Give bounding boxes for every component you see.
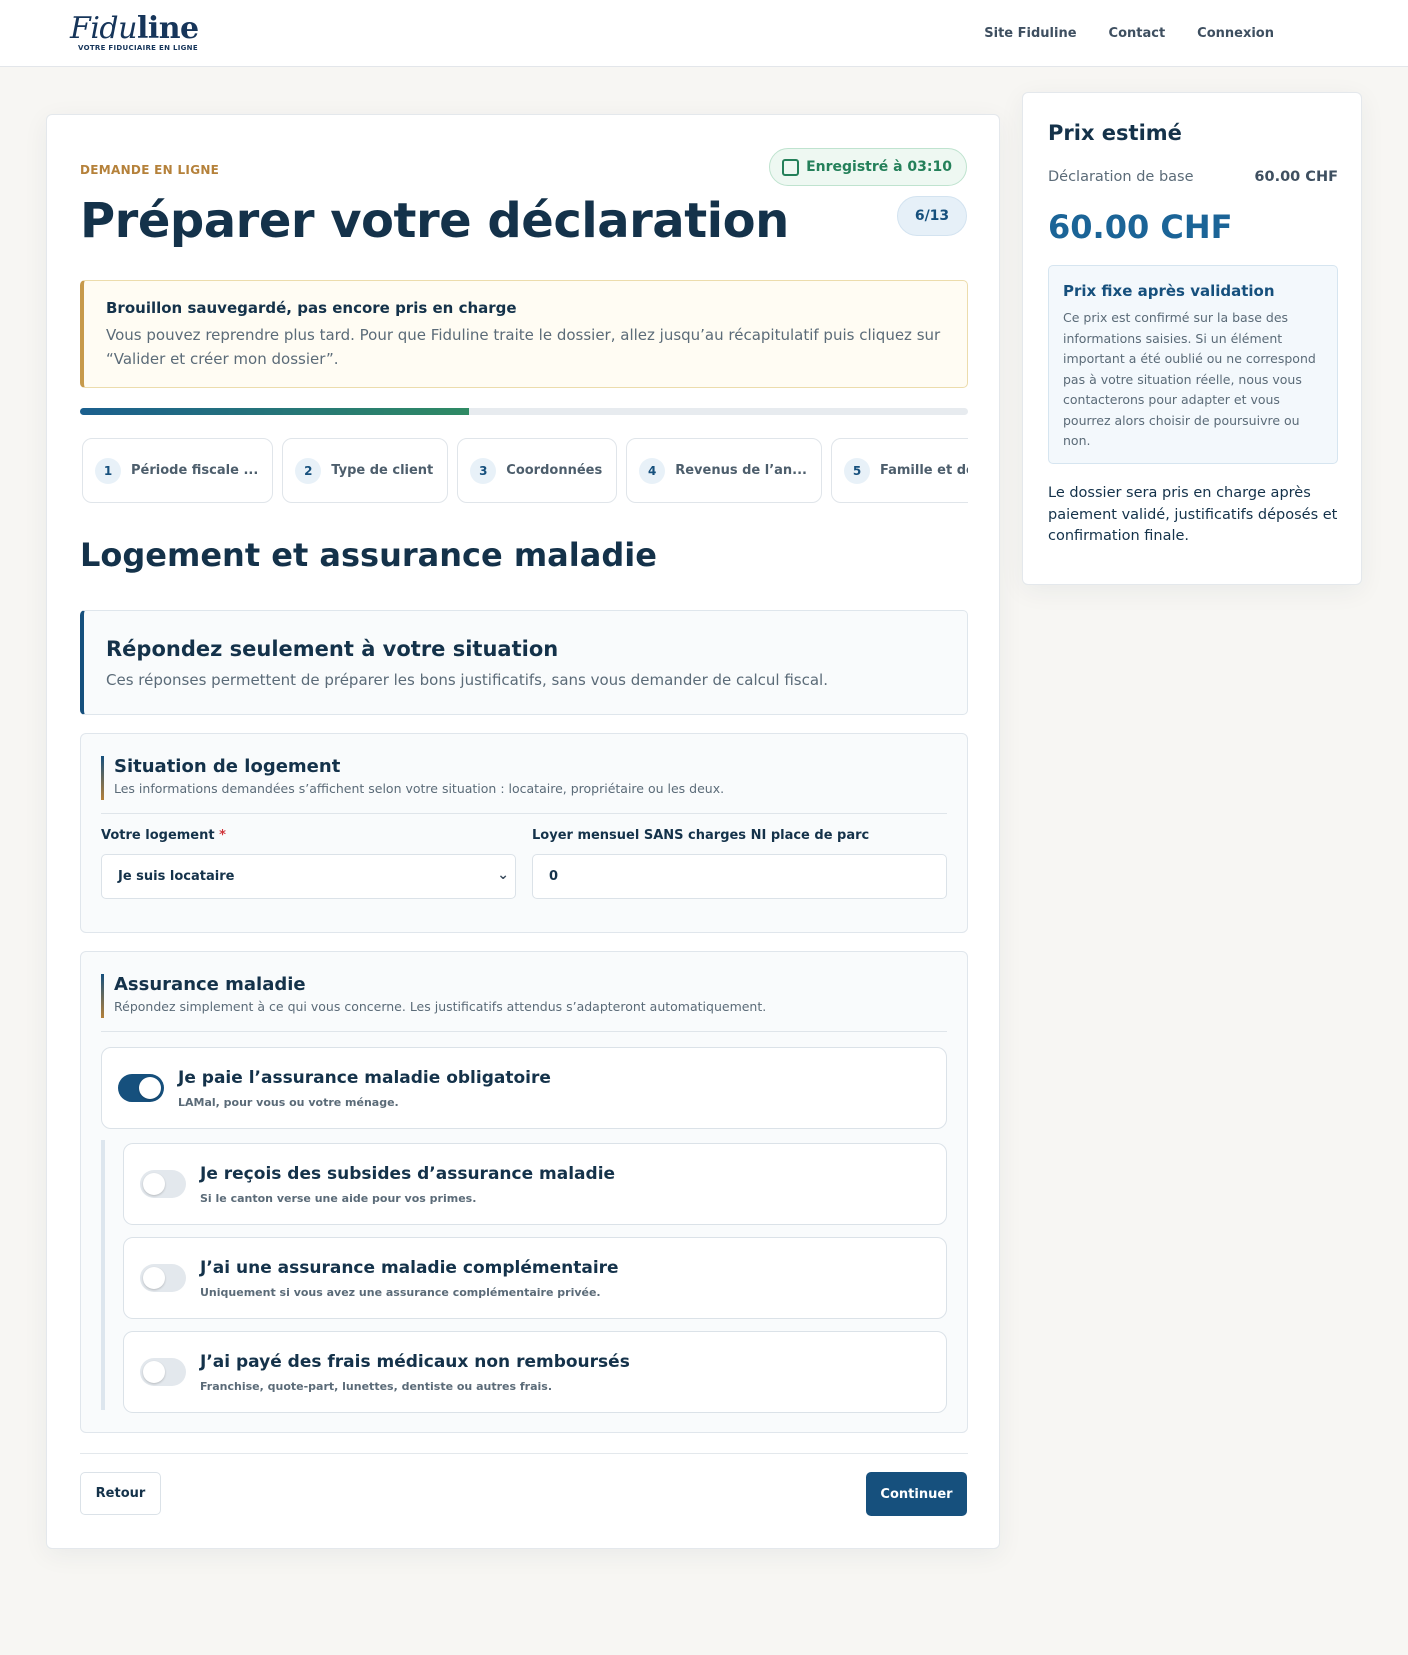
step-navigation[interactable]: 1 Période fiscale ... 2 Type de client 3… bbox=[80, 438, 968, 506]
nav-link-connexion[interactable]: Connexion bbox=[1197, 26, 1274, 41]
health-insurance-panel: Assurance maladie Répondez simplement à … bbox=[80, 951, 968, 1433]
checkbox-icon bbox=[782, 158, 800, 176]
fiduline-logo[interactable]: Fiduline VOTRE FIDUCIAIRE EN LIGNE bbox=[70, 12, 199, 53]
notice-title: Brouillon sauvegardé, pas encore pris en… bbox=[106, 299, 517, 317]
step-number: 2 bbox=[295, 457, 322, 484]
step-number: 3 bbox=[470, 457, 497, 484]
notice-text: Vous pouvez reprendre plus tard. Pour qu… bbox=[106, 326, 941, 368]
logo-wordmark: Fiduline bbox=[70, 12, 199, 46]
medical-costs-toggle-switch[interactable] bbox=[140, 1358, 186, 1386]
draft-notice: Brouillon sauvegardé, pas encore pris en… bbox=[80, 280, 968, 388]
continue-button[interactable]: Continuer bbox=[866, 1472, 967, 1516]
step-counter-badge: 6/13 bbox=[897, 196, 967, 236]
price-base-row: Déclaration de base 60.00 CHF bbox=[1048, 169, 1338, 185]
toggle-title: Je paie l’assurance maladie obligatoire bbox=[178, 1068, 551, 1088]
required-marker: * bbox=[219, 828, 226, 843]
toggle-hint: LAMal, pour vous ou votre ménage. bbox=[178, 1096, 399, 1109]
toggle-hint: Uniquement si vous avez une assurance co… bbox=[200, 1286, 601, 1299]
nav-link-contact[interactable]: Contact bbox=[1109, 26, 1166, 41]
step-number: 1 bbox=[95, 457, 121, 484]
step-label: Famille et dépen... bbox=[880, 463, 968, 478]
step-tab-4[interactable]: 4 Revenus de l’an... bbox=[626, 438, 822, 503]
saved-status-badge: Enregistré à 03:10 bbox=[769, 148, 967, 186]
page-title: Préparer votre déclaration bbox=[80, 193, 789, 249]
housing-select-value: Je suis locataire bbox=[118, 869, 235, 884]
processing-note: Le dossier sera pris en charge après pai… bbox=[1048, 485, 1338, 544]
logo-word-left: Fidu bbox=[70, 11, 137, 46]
eyebrow-label: DEMANDE EN LIGNE bbox=[80, 163, 220, 177]
fixed-price-title: Prix fixe après validation bbox=[1063, 282, 1275, 300]
subsidies-toggle-card[interactable]: Je reçois des subsides d’assurance malad… bbox=[123, 1143, 947, 1225]
housing-select[interactable]: Je suis locataire ⌄ bbox=[101, 854, 516, 899]
lamal-toggle-card[interactable]: Je paie l’assurance maladie obligatoire … bbox=[101, 1047, 947, 1129]
step-label: Revenus de l’an... bbox=[675, 463, 807, 478]
monthly-rent-value: 0 bbox=[549, 869, 559, 884]
price-estimate-card: Prix estimé Déclaration de base 60.00 CH… bbox=[1022, 92, 1362, 585]
fixed-price-text: Ce prix est confirmé sur la base des inf… bbox=[1063, 310, 1316, 448]
logo-word-right: line bbox=[136, 11, 199, 46]
nav-link-site-fiduline[interactable]: Site Fiduline bbox=[984, 26, 1076, 41]
declaration-form-card: DEMANDE EN LIGNE Préparer votre déclarat… bbox=[46, 114, 1000, 1549]
subsidies-toggle-switch[interactable] bbox=[140, 1170, 186, 1198]
footer-divider bbox=[80, 1453, 968, 1454]
step-label: Type de client bbox=[331, 463, 434, 478]
rent-field-label: Loyer mensuel SANS charges NI place de p… bbox=[532, 828, 870, 843]
toggle-title: J’ai payé des frais médicaux non rembour… bbox=[200, 1352, 630, 1372]
logo-tagline: VOTRE FIDUCIAIRE EN LIGNE bbox=[78, 44, 198, 52]
lamal-toggle-switch[interactable] bbox=[118, 1074, 164, 1102]
top-navigation-bar: Fiduline VOTRE FIDUCIAIRE EN LIGNE Site … bbox=[0, 0, 1408, 67]
step-label: Période fiscale ... bbox=[131, 463, 259, 478]
toggle-title: J’ai une assurance maladie complémentair… bbox=[200, 1258, 619, 1278]
toggle-hint: Franchise, quote-part, lunettes, dentist… bbox=[200, 1380, 552, 1393]
sub-options-indent-rule bbox=[101, 1140, 105, 1410]
complementary-toggle-switch[interactable] bbox=[140, 1264, 186, 1292]
back-button[interactable]: Retour bbox=[80, 1472, 161, 1515]
base-price-value: 60.00 CHF bbox=[1254, 169, 1338, 185]
saved-status-text: Enregistré à 03:10 bbox=[806, 159, 952, 175]
intro-callout: Répondez seulement à votre situation Ces… bbox=[80, 610, 968, 715]
progress-bar-fill bbox=[80, 408, 469, 415]
housing-label-text: Votre logement bbox=[101, 828, 215, 843]
insurance-panel-subtitle: Répondez simplement à ce qui vous concer… bbox=[114, 999, 767, 1014]
monthly-rent-input[interactable]: 0 bbox=[532, 854, 947, 899]
step-label: Coordonnées bbox=[506, 463, 603, 478]
medical-costs-toggle-card[interactable]: J’ai payé des frais médicaux non rembour… bbox=[123, 1331, 947, 1413]
step-tab-3[interactable]: 3 Coordonnées bbox=[457, 438, 618, 503]
intro-title: Répondez seulement à votre situation bbox=[106, 637, 559, 661]
housing-panel-title: Situation de logement bbox=[114, 756, 341, 777]
price-total: 60.00 CHF bbox=[1048, 208, 1233, 246]
step-tab-1[interactable]: 1 Période fiscale ... bbox=[82, 438, 274, 503]
toggle-title: Je reçois des subsides d’assurance malad… bbox=[200, 1164, 616, 1184]
housing-field-label: Votre logement * bbox=[101, 828, 226, 843]
housing-panel-header: Situation de logement Les informations d… bbox=[101, 756, 947, 814]
progress-bar bbox=[80, 408, 968, 415]
insurance-panel-title: Assurance maladie bbox=[114, 974, 306, 995]
insurance-panel-header: Assurance maladie Répondez simplement à … bbox=[101, 974, 947, 1032]
step-number: 4 bbox=[639, 457, 666, 484]
step-tab-2[interactable]: 2 Type de client bbox=[282, 438, 449, 503]
intro-text: Ces réponses permettent de préparer les … bbox=[106, 671, 828, 689]
housing-panel: Situation de logement Les informations d… bbox=[80, 733, 968, 933]
step-tab-5[interactable]: 5 Famille et dépen... bbox=[831, 438, 968, 503]
toggle-hint: Si le canton verse une aide pour vos pri… bbox=[200, 1192, 477, 1205]
complementary-insurance-toggle-card[interactable]: J’ai une assurance maladie complémentair… bbox=[123, 1237, 947, 1319]
main-nav: Site Fiduline Contact Connexion bbox=[984, 26, 1274, 41]
section-title: Logement et assurance maladie bbox=[80, 536, 657, 574]
base-price-label: Déclaration de base bbox=[1048, 169, 1194, 185]
price-title: Prix estimé bbox=[1048, 121, 1182, 145]
chevron-down-icon: ⌄ bbox=[497, 867, 509, 883]
step-number: 5 bbox=[844, 457, 870, 484]
fixed-price-info-box: Prix fixe après validation Ce prix est c… bbox=[1048, 265, 1338, 464]
housing-panel-subtitle: Les informations demandées s’affichent s… bbox=[114, 781, 725, 796]
